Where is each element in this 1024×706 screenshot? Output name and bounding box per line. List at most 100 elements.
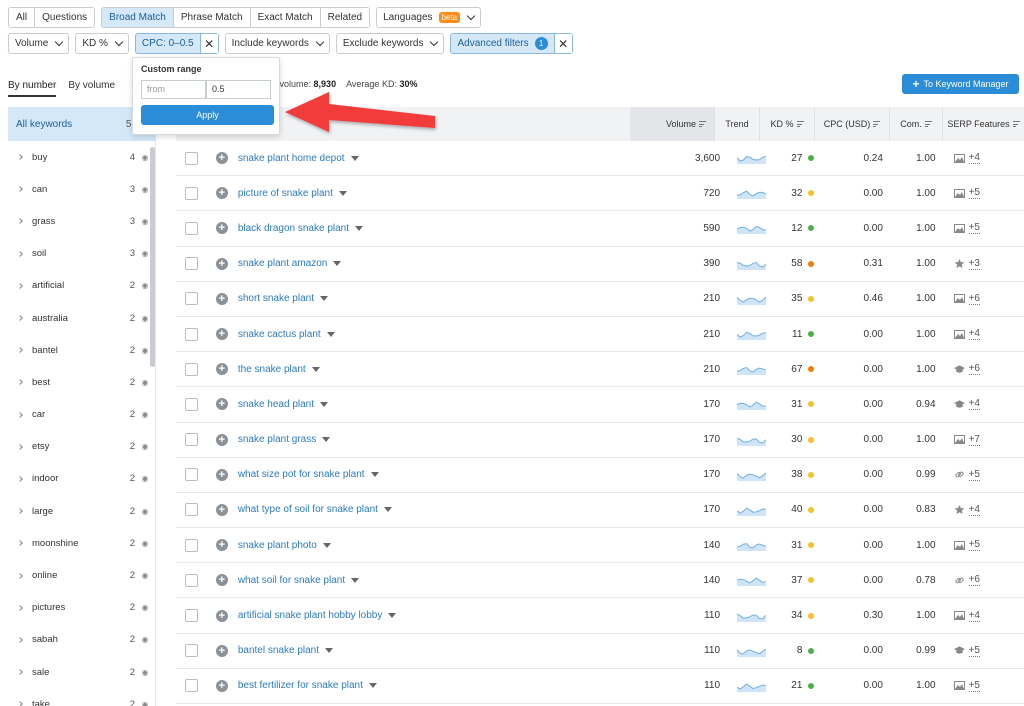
- sidebar-item-pictures[interactable]: pictures 2 ◉: [8, 592, 155, 624]
- serp-more-link[interactable]: +4: [968, 152, 980, 165]
- sidebar-item-indoor[interactable]: indoor 2 ◉: [8, 463, 155, 495]
- row-checkbox[interactable]: [185, 503, 198, 517]
- caret-down-icon[interactable]: [320, 401, 328, 407]
- serp-more-link[interactable]: +7: [968, 434, 980, 446]
- add-to-list-plus-icon[interactable]: +: [215, 152, 228, 165]
- caret-down-icon[interactable]: [326, 331, 335, 337]
- sidebar-item-grass[interactable]: grass 3 ◉: [8, 205, 155, 237]
- serp-more-link[interactable]: +4: [968, 328, 980, 341]
- keyword-link[interactable]: what size pot for snake plant: [238, 469, 365, 480]
- row-checkbox[interactable]: [185, 433, 198, 447]
- sidebar-item-buy[interactable]: buy 4 ◉: [8, 141, 155, 173]
- eye-icon[interactable]: ◉: [135, 635, 155, 644]
- add-to-list-plus-icon[interactable]: +: [215, 574, 228, 587]
- add-to-list-plus-icon[interactable]: +: [215, 539, 228, 552]
- kd-column-header[interactable]: KD %: [760, 107, 815, 141]
- keyword-link[interactable]: snake plant home depot: [238, 153, 345, 164]
- exclude-keywords-dropdown[interactable]: Exclude keywords: [335, 33, 445, 54]
- add-to-list-plus-icon[interactable]: +: [215, 328, 228, 341]
- eye-icon[interactable]: ◉: [135, 474, 155, 483]
- include-keywords-dropdown[interactable]: Include keywords: [224, 33, 330, 54]
- sidebar-item-can[interactable]: can 3 ◉: [8, 173, 155, 205]
- sidebar-item-sale[interactable]: sale 2 ◉: [8, 656, 155, 688]
- add-to-list-plus-icon[interactable]: +: [215, 433, 228, 446]
- eye-icon[interactable]: ◉: [135, 507, 155, 516]
- add-to-list-plus-icon[interactable]: +: [215, 292, 228, 305]
- add-to-list-plus-icon[interactable]: +: [215, 398, 228, 411]
- keyword-link[interactable]: short snake plant: [238, 293, 314, 304]
- advanced-filters-chip[interactable]: Advanced filters 1 ✕: [450, 33, 573, 54]
- tab-related[interactable]: Related: [320, 8, 370, 27]
- sidebar-item-sabah[interactable]: sabah 2 ◉: [8, 624, 155, 656]
- row-checkbox[interactable]: [185, 327, 198, 341]
- serp-more-link[interactable]: +6: [968, 574, 980, 587]
- row-checkbox[interactable]: [185, 573, 198, 587]
- clear-cpc-filter-close-icon[interactable]: ✕: [199, 34, 218, 53]
- tab-by-number[interactable]: By number: [8, 80, 57, 97]
- serp-more-link[interactable]: +3: [968, 258, 980, 270]
- keyword-link[interactable]: artificial snake plant hobby lobby: [238, 610, 383, 621]
- sidebar-item-take[interactable]: take 2 ◉: [8, 688, 155, 706]
- serp-more-link[interactable]: +6: [968, 293, 980, 305]
- add-to-list-plus-icon[interactable]: +: [215, 363, 228, 376]
- sidebar-item-large[interactable]: large 2 ◉: [8, 495, 155, 527]
- sidebar-item-car[interactable]: car 2 ◉: [8, 399, 155, 431]
- keyword-link[interactable]: snake plant grass: [238, 434, 316, 445]
- caret-down-icon[interactable]: [333, 261, 342, 267]
- eye-icon[interactable]: ◉: [135, 668, 155, 677]
- sidebar-item-moonshine[interactable]: moonshine 2 ◉: [8, 527, 155, 559]
- keyword-link[interactable]: snake plant photo: [238, 540, 317, 551]
- keyword-link[interactable]: the snake plant: [238, 364, 306, 375]
- eye-icon[interactable]: ◉: [135, 539, 155, 548]
- caret-down-icon[interactable]: [322, 542, 331, 548]
- sidebar-item-online[interactable]: online 2 ◉: [8, 559, 155, 591]
- tab-broad-match[interactable]: Broad Match: [102, 8, 174, 27]
- languages-dropdown[interactable]: Languages beta: [376, 7, 482, 28]
- eye-icon[interactable]: ◉: [135, 603, 155, 612]
- tab-questions[interactable]: Questions: [35, 8, 95, 27]
- row-checkbox[interactable]: [185, 644, 198, 658]
- caret-down-icon[interactable]: [350, 155, 359, 161]
- caret-down-icon[interactable]: [368, 683, 377, 689]
- serp-column-header[interactable]: SERP Features: [943, 107, 1024, 141]
- tab-phrase-match[interactable]: Phrase Match: [173, 8, 251, 27]
- caret-down-icon[interactable]: [325, 648, 333, 654]
- sidebar-item-etsy[interactable]: etsy 2 ◉: [8, 431, 155, 463]
- caret-down-icon[interactable]: [351, 577, 360, 583]
- tab-all[interactable]: All: [9, 8, 36, 27]
- add-to-list-plus-icon[interactable]: +: [215, 609, 228, 622]
- keyword-link[interactable]: picture of snake plant: [238, 188, 333, 199]
- com-column-header[interactable]: Com.: [890, 107, 943, 141]
- serp-more-link[interactable]: +5: [968, 187, 980, 200]
- row-checkbox[interactable]: [185, 538, 198, 552]
- eye-icon[interactable]: ◉: [135, 442, 155, 451]
- eye-icon[interactable]: ◉: [135, 410, 155, 419]
- sidebar-item-bantel[interactable]: bantel 2 ◉: [8, 334, 155, 366]
- row-checkbox[interactable]: [185, 468, 198, 482]
- add-to-list-plus-icon[interactable]: +: [215, 644, 228, 657]
- row-checkbox[interactable]: [185, 609, 198, 623]
- caret-down-icon[interactable]: [322, 437, 331, 443]
- row-checkbox[interactable]: [185, 257, 198, 271]
- caret-down-icon[interactable]: [311, 366, 320, 372]
- tab-by-volume[interactable]: By volume: [68, 80, 115, 97]
- serp-more-link[interactable]: +6: [968, 363, 980, 376]
- cpc-column-header[interactable]: CPC (USD): [815, 107, 890, 141]
- row-checkbox[interactable]: [185, 151, 198, 165]
- sidebar-item-artificial[interactable]: artificial 2 ◉: [8, 270, 155, 302]
- row-checkbox[interactable]: [185, 221, 198, 235]
- add-to-list-plus-icon[interactable]: +: [215, 679, 228, 692]
- range-to-input[interactable]: 0.5: [206, 80, 271, 99]
- serp-more-link[interactable]: +4: [968, 504, 980, 516]
- clear-advanced-filters-close-icon[interactable]: ✕: [553, 34, 572, 53]
- keyword-link[interactable]: snake cactus plant: [238, 329, 321, 340]
- row-checkbox[interactable]: [185, 292, 198, 306]
- to-keyword-manager-button[interactable]: + To Keyword Manager: [902, 74, 1019, 94]
- serp-more-link[interactable]: +5: [968, 469, 980, 481]
- row-checkbox[interactable]: [185, 362, 198, 376]
- sidebar-item-australia[interactable]: australia 2 ◉: [8, 302, 155, 334]
- caret-down-icon[interactable]: [338, 190, 347, 196]
- apply-button[interactable]: Apply: [141, 105, 274, 125]
- caret-down-icon[interactable]: [388, 613, 397, 619]
- serp-more-link[interactable]: +4: [968, 610, 980, 622]
